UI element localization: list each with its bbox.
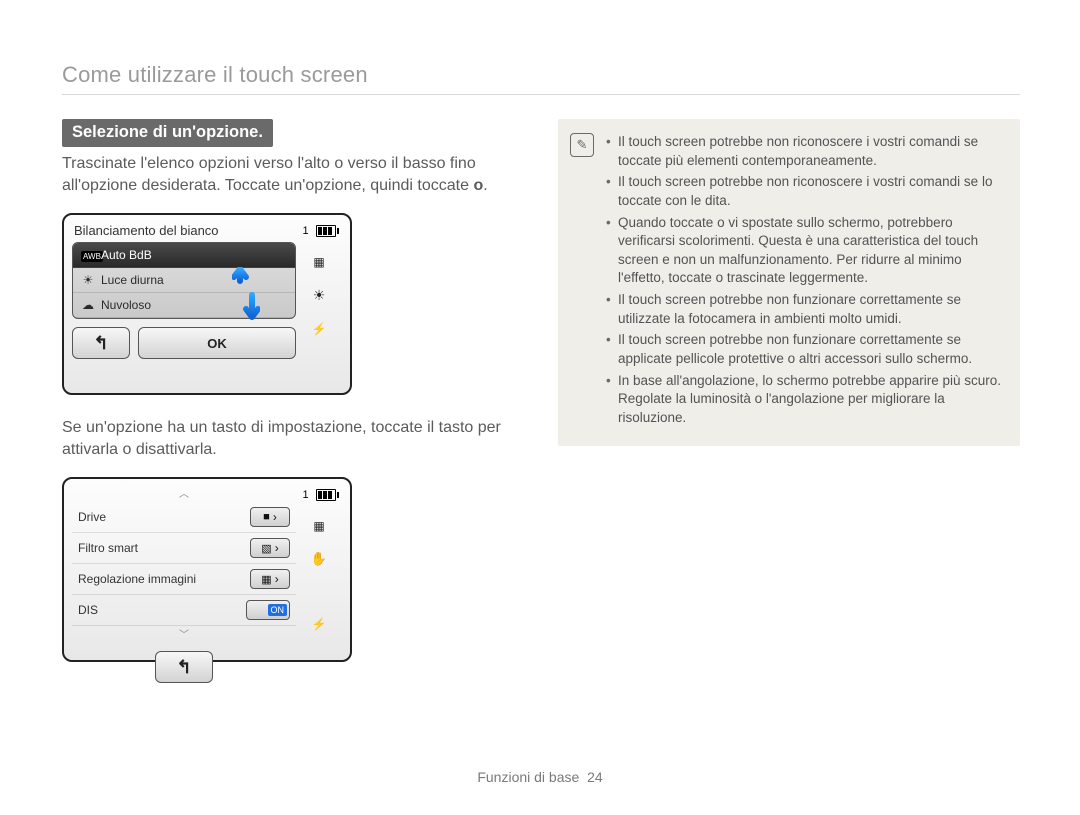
back-button[interactable]: ↰ <box>155 651 213 683</box>
page-footer: Funzioni di base 24 <box>0 769 1080 785</box>
list-item-label: Drive <box>78 510 106 524</box>
dis-toggle[interactable]: ON <box>246 600 290 620</box>
grid-icon <box>313 255 324 269</box>
list-item[interactable]: Filtro smart ▧› <box>72 533 296 564</box>
list-item[interactable]: Regolazione immagini ▦› <box>72 564 296 595</box>
wb-option-list[interactable]: AWB Auto BdB ☀ Luce diurna ☁ Nuvoloso <box>72 242 296 319</box>
status-sidebar: 1 <box>296 221 342 387</box>
chevron-up-icon[interactable]: ︿ <box>179 485 189 500</box>
note-list: Il touch screen potrebbe non riconoscere… <box>606 133 1002 427</box>
ok-button[interactable]: OK <box>138 327 296 359</box>
list-item[interactable]: Drive ■› <box>72 502 296 533</box>
note-item: Quando toccate o vi spostate sullo scher… <box>606 214 1002 289</box>
intro-tail: . <box>483 177 487 194</box>
wb-title: Bilanciamento del bianco <box>72 221 296 242</box>
filter-icon[interactable]: ▧› <box>250 538 290 558</box>
pill-glyph: ■ <box>263 511 270 523</box>
sun-icon: ☀ <box>81 273 95 287</box>
list-item-label: Regolazione immagini <box>78 572 196 586</box>
chevron-right-icon: › <box>275 541 279 555</box>
settings-list[interactable]: Drive ■› Filtro smart ▧› Regolazione imm… <box>72 502 296 626</box>
ok-symbol: o <box>473 177 483 194</box>
single-frame-icon[interactable]: ■› <box>250 507 290 527</box>
chevron-down-icon[interactable]: ﹀ <box>179 626 189 641</box>
left-column: Selezione di un'opzione. Trascinate l'el… <box>62 119 524 662</box>
page-title: Come utilizzare il touch screen <box>62 62 1020 88</box>
back-button[interactable]: ↰ <box>72 327 130 359</box>
pill-glyph: ▦ <box>261 573 271 586</box>
section-heading: Selezione di un'opzione. <box>62 119 273 147</box>
note-icon: ✎ <box>570 133 594 157</box>
list-item-label: Luce diurna <box>101 273 164 287</box>
flash-icon <box>312 617 327 631</box>
list-item[interactable]: DIS ON <box>72 595 296 626</box>
adjust-icon[interactable]: ▦› <box>250 569 290 589</box>
chevron-right-icon: › <box>273 510 277 524</box>
grid-icon <box>313 519 324 533</box>
light-icon <box>313 287 326 304</box>
list-item-label: Auto BdB <box>101 248 152 262</box>
pill-glyph: ▧ <box>261 542 271 555</box>
footer-page: 24 <box>587 769 603 785</box>
counter: 1 <box>302 225 308 237</box>
note-item: Il touch screen potrebbe non funzionare … <box>606 331 1002 368</box>
battery-icon <box>316 489 336 501</box>
chevron-right-icon: › <box>275 572 279 586</box>
note-item: Il touch screen potrebbe non riconoscere… <box>606 133 1002 170</box>
list-item[interactable]: ☀ Luce diurna <box>73 268 295 293</box>
intro-text-body: Trascinate l'elenco opzioni verso l'alto… <box>62 155 476 194</box>
cloud-icon: ☁ <box>81 298 95 312</box>
right-column: ✎ Il touch screen potrebbe non riconosce… <box>558 119 1020 662</box>
footer-section: Funzioni di base <box>477 769 579 785</box>
flash-icon <box>312 322 327 336</box>
list-item[interactable]: AWB Auto BdB <box>73 243 295 268</box>
intro-text: Trascinate l'elenco opzioni verso l'alto… <box>62 153 524 197</box>
list-item-label: DIS <box>78 603 98 617</box>
awb-badge: AWB <box>81 251 103 262</box>
note-item: Il touch screen potrebbe non funzionare … <box>606 291 1002 328</box>
camera-screenshot-wb: Bilanciamento del bianco AWB Auto BdB ☀ … <box>62 213 352 395</box>
list-item-label: Nuvoloso <box>101 298 151 312</box>
note-item: Il touch screen potrebbe non riconoscere… <box>606 173 1002 210</box>
note-item: In base all'angolazione, lo schermo potr… <box>606 372 1002 428</box>
note-box: ✎ Il touch screen potrebbe non riconosce… <box>558 119 1020 446</box>
toggle-on-label: ON <box>268 604 288 616</box>
hand-icon: ✋ <box>311 551 327 567</box>
counter: 1 <box>302 489 308 501</box>
list-item[interactable]: ☁ Nuvoloso <box>73 293 295 318</box>
battery-icon <box>316 225 336 237</box>
awb-badge-icon: AWB <box>81 248 95 262</box>
status-sidebar: 1 ✋ <box>296 485 342 654</box>
list-item-label: Filtro smart <box>78 541 138 555</box>
title-rule <box>62 94 1020 95</box>
camera-screenshot-settings: ︿ Drive ■› Filtro smart ▧› Regol <box>62 477 352 662</box>
mid-text: Se un'opzione ha un tasto di impostazion… <box>62 417 524 461</box>
